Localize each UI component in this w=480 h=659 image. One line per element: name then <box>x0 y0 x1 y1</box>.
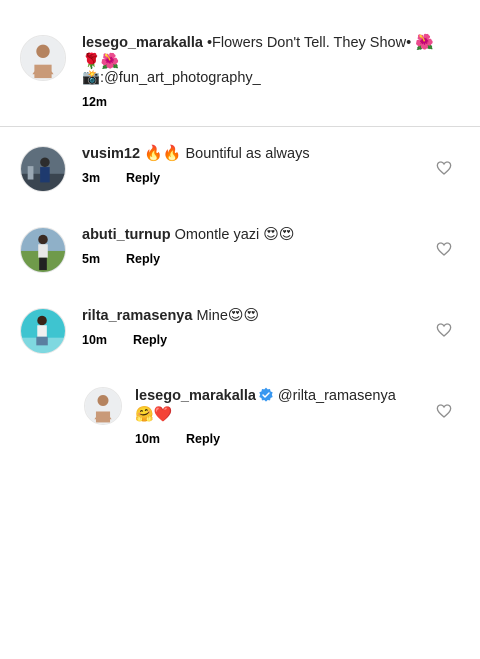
comment-2-time: 5m <box>82 252 101 266</box>
comment-2-text: abuti_turnup Omontle yazi 😍😍 <box>82 224 295 245</box>
caption-username[interactable]: lesego_marakalla <box>82 35 203 51</box>
caption-text: •Flowers Don't Tell. They Show• <box>206 35 412 51</box>
comment-1-username[interactable]: vusim12 <box>82 146 140 162</box>
comment-3-emoji: 😍😍 <box>227 306 260 324</box>
comment-1-text: vusim12 🔥🔥 Bountiful as always <box>82 143 310 164</box>
reply-mention-link[interactable]: @rilta_ramasenya <box>278 388 396 404</box>
comment-1-reply-button[interactable]: Reply <box>126 171 160 185</box>
caption-line-1: lesego_marakalla •Flowers Don't Tell. Th… <box>82 32 434 53</box>
caption-credit: 📸:@fun_art_photography_ <box>82 70 261 86</box>
comment-3-username[interactable]: rilta_ramasenya <box>82 308 192 324</box>
caption-author-avatar[interactable] <box>20 35 66 81</box>
reply-text: lesego_marakalla @rilta_ramasenya <box>135 386 396 406</box>
like-comment-3-heart-icon[interactable] <box>436 322 452 338</box>
divider <box>0 126 480 127</box>
caption-meta: 12m <box>82 95 126 109</box>
commenter-avatar[interactable] <box>20 227 66 273</box>
commenter-avatar[interactable] <box>20 146 66 192</box>
comment-2-body: Omontle yazi <box>174 227 260 243</box>
post-caption: lesego_marakalla •Flowers Don't Tell. Th… <box>0 0 480 127</box>
like-reply-heart-icon[interactable] <box>436 403 452 419</box>
like-comment-2-heart-icon[interactable] <box>436 241 452 257</box>
comment-2-emoji: 😍😍 <box>263 225 295 243</box>
comment-1-time: 3m <box>82 171 101 185</box>
caption-time: 12m <box>82 95 108 109</box>
comment-3-reply-button[interactable]: Reply <box>133 333 167 347</box>
comment-2-username[interactable]: abuti_turnup <box>82 227 171 243</box>
comment-1-emoji: 🔥🔥 <box>144 144 182 162</box>
comment-1-body: Bountiful as always <box>185 146 310 162</box>
reply-time: 10m <box>135 432 161 446</box>
caption-emoji-1: 🌺 <box>415 33 434 51</box>
comment-2-meta: 5m Reply <box>82 252 160 266</box>
comment-3-body: Mine <box>196 308 228 324</box>
comment-2-reply-button[interactable]: Reply <box>126 252 160 266</box>
commenter-avatar[interactable] <box>20 308 66 354</box>
comments-screen: lesego_marakalla •Flowers Don't Tell. Th… <box>0 0 480 659</box>
reply-emoji: 🤗❤️ <box>135 405 173 423</box>
reply-meta: 10m Reply <box>135 432 220 446</box>
comment-3-meta: 10m Reply <box>82 333 167 347</box>
comment-3-text: rilta_ramasenya Mine😍😍 <box>82 305 259 326</box>
reply-username[interactable]: lesego_marakalla <box>135 388 256 404</box>
verified-badge-icon <box>259 387 273 402</box>
comment-3-time: 10m <box>82 333 108 347</box>
comment-1-meta: 3m Reply <box>82 171 160 185</box>
reply-reply-button[interactable]: Reply <box>186 432 220 446</box>
reply-author-avatar[interactable] <box>84 387 122 425</box>
like-comment-1-heart-icon[interactable] <box>436 160 452 176</box>
